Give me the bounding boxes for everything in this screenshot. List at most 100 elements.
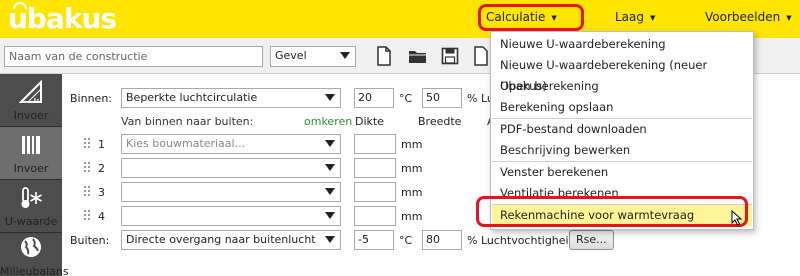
omkeren-link[interactable]: omkeren bbox=[304, 115, 352, 128]
buiten-label: Buiten: bbox=[70, 234, 110, 247]
menu-voorbeelden-label: Voorbeelden bbox=[705, 10, 781, 24]
menu-item-venster-berekenen[interactable]: Venster berekenen bbox=[492, 162, 752, 183]
ruler-triangle-icon bbox=[19, 80, 42, 103]
dropdown-arrow-icon bbox=[325, 94, 335, 101]
menu-item-nieuwe-berekening-neuer[interactable]: Nieuwe U-waardeberekening (neuer Ubakus) bbox=[492, 55, 752, 93]
buiten-humidity-input[interactable]: 80 bbox=[422, 230, 462, 250]
layer-number: 1 bbox=[98, 138, 105, 151]
menu-item-label: Rekenmachine voor warmtevraag bbox=[500, 208, 695, 222]
buiten-temperature-input[interactable]: -5 bbox=[354, 230, 394, 250]
temperature-unit: °C bbox=[399, 234, 413, 247]
menu-item-label: Berekening opslaan bbox=[500, 100, 614, 114]
layer-material-select[interactable] bbox=[121, 182, 341, 202]
drag-handle-icon[interactable] bbox=[84, 138, 92, 150]
binnen-condition-select[interactable]: Beperkte luchtcirculatie bbox=[121, 88, 341, 108]
rse-button-label: Rse... bbox=[576, 233, 607, 246]
temperature-unit: °C bbox=[399, 92, 413, 105]
sidebar: Invoer Invoer U-waarde Milieubalans bbox=[0, 74, 69, 276]
menu-item-open-berekening[interactable]: Open berekening bbox=[492, 76, 752, 97]
mouse-pointer-icon bbox=[731, 210, 743, 226]
menu-item-label: Open berekening bbox=[500, 79, 599, 93]
menu-item-beschrijving-bewerken[interactable]: Beschrijving bewerken bbox=[492, 140, 752, 161]
menu-item-label: Nieuwe U-waardeberekening bbox=[500, 37, 666, 51]
material-placeholder: Kies bouwmateriaal... bbox=[126, 137, 246, 150]
menu-item-label: PDF-bestand downloaden bbox=[500, 122, 647, 136]
column-dikte: Dikte bbox=[355, 115, 384, 128]
dropdown-arrow-icon bbox=[325, 140, 335, 147]
unit-mm: mm bbox=[401, 138, 423, 151]
binnen-temperature-input[interactable]: 20 bbox=[354, 88, 394, 108]
dropdown-arrow-icon bbox=[325, 212, 335, 219]
layer-thickness-input[interactable] bbox=[354, 206, 396, 226]
binnen-humidity-value: 50 bbox=[426, 91, 440, 104]
drag-handle-icon[interactable] bbox=[84, 162, 92, 174]
menu-calculatie-label: Calculatie bbox=[486, 10, 546, 24]
construction-type-value: Gevel bbox=[275, 49, 307, 62]
unit-mm: mm bbox=[401, 162, 423, 175]
buiten-condition-value: Directe overgang naar buitenlucht bbox=[126, 233, 316, 246]
save-icon[interactable] bbox=[441, 46, 459, 66]
humidity-label: % Luchtvochtigheid bbox=[467, 234, 576, 247]
dropdown-arrow-icon bbox=[325, 236, 335, 243]
column-breedte: Breedte bbox=[418, 115, 462, 128]
layer-thickness-input[interactable] bbox=[354, 158, 396, 178]
menu-item-label: Ventilatie berekenen bbox=[500, 186, 619, 200]
menu-laag[interactable]: Laag ▼ bbox=[615, 10, 655, 24]
new-document-icon[interactable] bbox=[375, 46, 393, 66]
menu-voorbeelden[interactable]: Voorbeelden ▼ bbox=[705, 10, 792, 24]
unit-mm: mm bbox=[401, 186, 423, 199]
calculatie-dropdown-menu: Nieuwe U-waardeberekening Nieuwe U-waard… bbox=[490, 31, 754, 230]
sidebar-item-label: Milieubalans bbox=[0, 265, 69, 276]
layer-number: 3 bbox=[98, 186, 105, 199]
globe-icon bbox=[21, 237, 41, 257]
drag-handle-icon[interactable] bbox=[84, 210, 92, 222]
dropdown-arrow-icon bbox=[340, 52, 350, 59]
binnen-label: Binnen: bbox=[70, 92, 112, 105]
thermometer-snow-icon bbox=[21, 187, 42, 208]
sidebar-item-milieubalans[interactable]: Milieubalans bbox=[0, 233, 69, 276]
pdf-icon[interactable] bbox=[472, 46, 490, 66]
dropdown-arrow-icon bbox=[325, 188, 335, 195]
buiten-condition-select[interactable]: Directe overgang naar buitenlucht bbox=[121, 230, 341, 250]
menu-item-berekening-opslaan[interactable]: Berekening opslaan bbox=[492, 97, 752, 118]
construction-type-select[interactable]: Gevel bbox=[270, 46, 356, 67]
caret-down-icon: ▼ bbox=[650, 13, 656, 22]
menu-item-rekenmachine-warmtevraag[interactable]: Rekenmachine voor warmtevraag bbox=[492, 205, 752, 226]
sidebar-item-u-waarde[interactable]: U-waarde bbox=[0, 180, 62, 232]
sidebar-item-invoer-layers[interactable]: Invoer bbox=[0, 127, 62, 179]
sidebar-item-label: Invoer bbox=[13, 162, 49, 175]
menu-laag-label: Laag bbox=[615, 10, 645, 24]
layer-number: 2 bbox=[98, 162, 105, 175]
menu-item-pdf-downloaden[interactable]: PDF-bestand downloaden bbox=[492, 119, 752, 140]
layer-material-select[interactable] bbox=[121, 158, 341, 178]
binnen-condition-value: Beperkte luchtcirculatie bbox=[126, 91, 258, 104]
layer-thickness-input[interactable] bbox=[354, 182, 396, 202]
rse-button[interactable]: Rse... bbox=[569, 230, 614, 250]
binnen-temperature-value: 20 bbox=[358, 91, 372, 104]
dropdown-arrow-icon bbox=[325, 164, 335, 171]
ubakus-logo[interactable]: ubakus bbox=[8, 2, 117, 35]
binnen-humidity-input[interactable]: 50 bbox=[422, 88, 462, 108]
layer-material-select[interactable]: Kies bouwmateriaal... bbox=[121, 134, 341, 154]
sun-icon bbox=[13, 2, 27, 9]
construction-name-input[interactable] bbox=[4, 46, 263, 67]
layers-icon bbox=[22, 136, 40, 154]
caret-down-icon: ▼ bbox=[551, 13, 557, 22]
buiten-humidity-value: 80 bbox=[426, 233, 440, 246]
layer-thickness-input[interactable] bbox=[354, 134, 396, 154]
unit-mm: mm bbox=[401, 210, 423, 223]
menu-item-nieuwe-berekening[interactable]: Nieuwe U-waardeberekening bbox=[492, 34, 752, 55]
caret-down-icon: ▼ bbox=[786, 13, 792, 22]
sidebar-item-label: Invoer bbox=[13, 109, 49, 122]
layer-material-select[interactable] bbox=[121, 206, 341, 226]
open-folder-icon[interactable] bbox=[408, 46, 428, 66]
menu-item-ventilatie-berekenen[interactable]: Ventilatie berekenen bbox=[492, 183, 752, 204]
menu-item-label: Venster berekenen bbox=[500, 165, 609, 179]
drag-handle-icon[interactable] bbox=[84, 186, 92, 198]
layers-header: Van binnen naar buiten: bbox=[121, 115, 254, 128]
sidebar-item-label: U-waarde bbox=[4, 215, 58, 228]
buiten-temperature-value: -5 bbox=[358, 233, 369, 246]
sidebar-item-invoer[interactable]: Invoer bbox=[0, 74, 62, 126]
layer-number: 4 bbox=[98, 210, 105, 223]
menu-calculatie[interactable]: Calculatie ▼ bbox=[486, 10, 557, 24]
